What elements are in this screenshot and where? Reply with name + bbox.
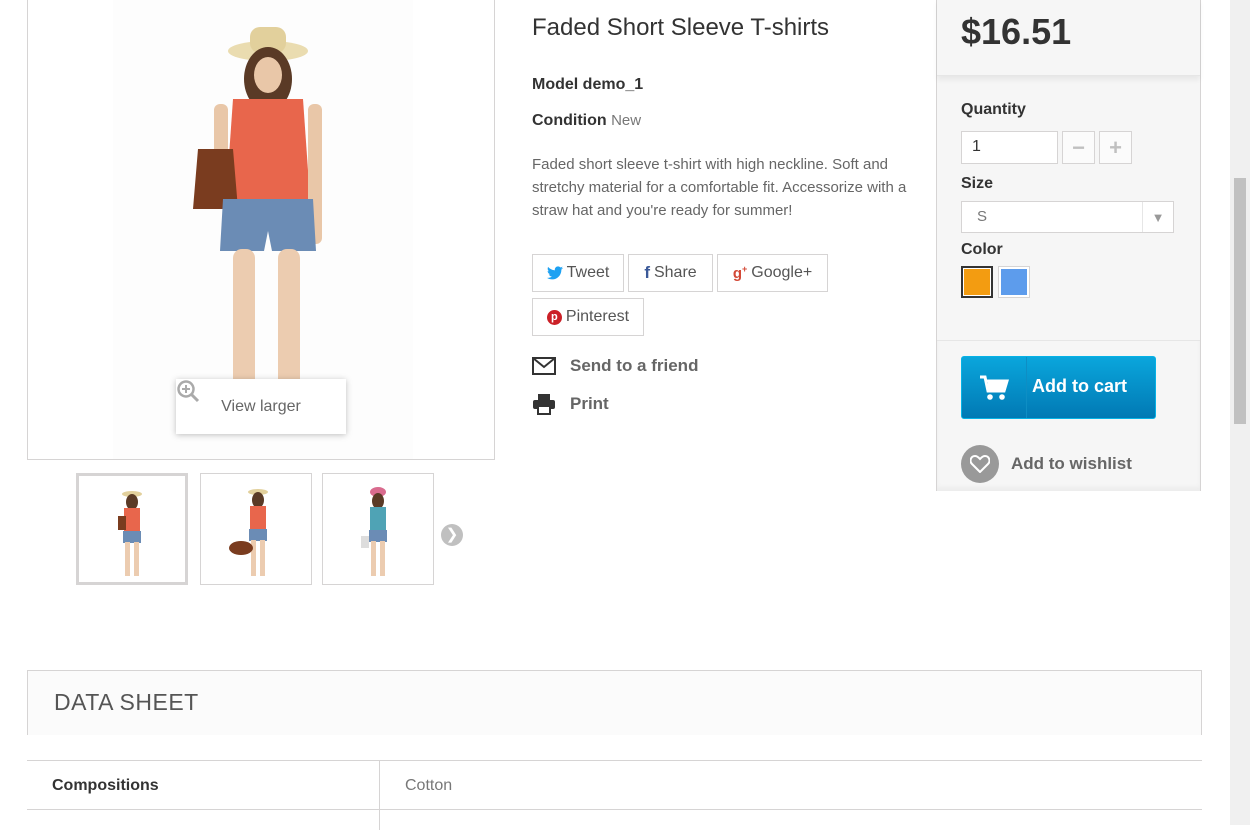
condition-value: New — [611, 112, 642, 129]
send-to-friend-label: Send to a friend — [570, 356, 699, 375]
data-sheet-divider — [379, 810, 380, 830]
print-link[interactable]: Print — [532, 393, 609, 415]
quantity-label: Quantity — [961, 101, 1026, 118]
thumbnail-photo — [118, 491, 142, 576]
thumbnail-3[interactable] — [322, 473, 434, 585]
buy-box: $16.51 Quantity 1 − + Size S ▼ Color Add… — [936, 0, 1201, 491]
product-description: Faded short sleeve t-shirt with high nec… — [532, 156, 907, 219]
thumbnail-photo — [361, 487, 387, 576]
minus-icon: − — [1072, 134, 1085, 160]
tweet-label: Tweet — [566, 264, 610, 281]
print-label: Print — [570, 394, 609, 413]
size-select[interactable]: S ▼ — [961, 201, 1174, 233]
google-plus-button[interactable]: g+ Google+ — [717, 254, 828, 292]
pinterest-label: Pinterest — [565, 308, 630, 325]
color-label: Color — [961, 241, 1003, 258]
product-price: $16.51 — [961, 11, 1072, 52]
add-to-cart-label: Add to cart — [1032, 376, 1128, 396]
data-sheet-value: Cotton — [405, 777, 453, 794]
data-sheet-divider — [379, 761, 380, 811]
data-sheet-row-partial — [27, 810, 1202, 830]
quantity-input[interactable]: 1 — [961, 131, 1058, 164]
main-product-image[interactable]: View larger — [27, 0, 495, 460]
model-label: Model — [532, 76, 579, 93]
quantity-decrease-button[interactable]: − — [1062, 131, 1095, 164]
product-title: Faded Short Sleeve T-shirts — [532, 14, 830, 41]
data-sheet-title: DATA SHEET — [54, 689, 199, 715]
quantity-increase-button[interactable]: + — [1099, 131, 1132, 164]
product-condition: Condition New — [532, 112, 641, 130]
zoom-in-icon — [177, 380, 200, 403]
thumbnail-photo — [229, 489, 268, 576]
envelope-icon — [532, 357, 556, 375]
send-to-friend-link[interactable]: Send to a friend — [532, 356, 698, 376]
google-plus-icon: g+ — [732, 264, 748, 282]
add-to-wishlist-link[interactable]: Add to wishlist — [961, 445, 1132, 483]
pinterest-icon: p — [546, 309, 562, 325]
thumbnail-next-button[interactable]: ❯ — [441, 524, 463, 546]
scrollbar-thumb[interactable] — [1234, 178, 1246, 424]
thumbnail-1[interactable] — [76, 473, 188, 585]
color-swatch-blue[interactable] — [998, 266, 1030, 298]
model-value: demo_1 — [582, 76, 644, 93]
shopping-cart-icon — [962, 357, 1027, 418]
color-swatch-orange[interactable] — [961, 266, 993, 298]
share-label: Share — [653, 264, 697, 281]
size-label: Size — [961, 175, 994, 192]
google-plus-label: Google+ — [751, 264, 813, 281]
price-area: $16.51 — [937, 0, 1200, 76]
data-sheet-row: Compositions Cotton — [27, 760, 1202, 811]
data-sheet-header: DATA SHEET — [27, 670, 1202, 735]
facebook-icon: f — [644, 263, 650, 282]
view-larger-label: View larger — [221, 397, 301, 415]
add-to-wishlist-label: Add to wishlist — [1011, 454, 1132, 473]
add-to-cart-button[interactable]: Add to cart — [961, 356, 1156, 419]
pinterest-button[interactable]: p Pinterest — [532, 298, 644, 336]
plus-icon: + — [1109, 134, 1122, 160]
data-sheet-key: Compositions — [52, 777, 159, 794]
tweet-button[interactable]: Tweet — [532, 254, 624, 292]
twitter-icon — [546, 266, 563, 280]
printer-icon — [533, 394, 555, 415]
thumbnail-2[interactable] — [200, 473, 312, 585]
chevron-down-icon: ▼ — [1142, 202, 1173, 232]
size-select-value: S — [977, 208, 988, 225]
facebook-share-button[interactable]: f Share — [628, 254, 713, 292]
product-model: Model demo_1 — [532, 76, 643, 94]
view-larger-button[interactable]: View larger — [176, 379, 346, 434]
condition-label: Condition — [532, 112, 607, 129]
heart-icon — [961, 445, 999, 483]
chevron-right-icon: ❯ — [445, 526, 459, 543]
